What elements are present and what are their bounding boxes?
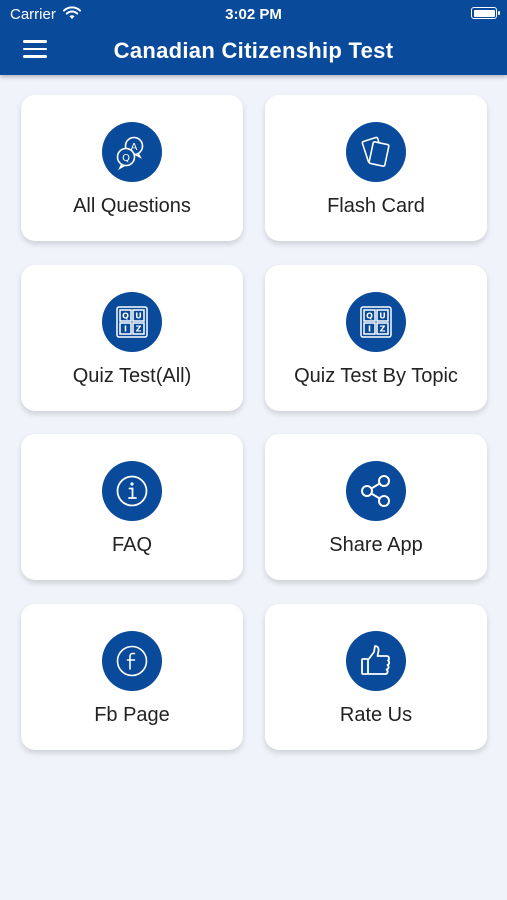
questions-chat-icon: A Q [102,122,162,182]
facebook-icon [102,631,162,691]
card-label: Fb Page [94,704,170,726]
svg-text:Z: Z [136,325,142,334]
all-questions-card[interactable]: A Q All Questions [21,95,243,241]
thumbs-up-icon [346,631,406,691]
svg-text:Q: Q [366,312,373,321]
flash-card-card[interactable]: Flash Card [265,95,487,241]
card-label: Share App [329,534,423,556]
card-label: Rate Us [339,704,413,726]
svg-text:Q: Q [122,312,129,321]
svg-text:U: U [135,312,142,321]
card-label: Quiz Test(All) [72,365,192,387]
svg-text:Z: Z [380,325,386,334]
info-icon [102,461,162,521]
svg-text:U: U [379,312,386,321]
share-icon [346,461,406,521]
clock: 3:02 PM [225,6,282,23]
status-bar: Carrier 3:02 PM [0,0,507,28]
svg-text:I: I [368,325,371,334]
rate-us-card[interactable]: Rate Us [265,604,487,750]
svg-text:Q: Q [122,153,130,164]
card-label: Flash Card [327,195,425,217]
page-title: Canadian Citizenship Test [113,38,394,63]
quiz-test-by-topic-card[interactable]: QU IZ Quiz Test By Topic [265,265,487,411]
faq-card[interactable]: FAQ [21,434,243,580]
fb-page-card[interactable]: Fb Page [21,604,243,750]
card-label: Quiz Test By Topic [294,365,458,387]
quiz-test-all-card[interactable]: QU IZ Quiz Test(All) [21,265,243,411]
card-label: All Questions [73,195,191,217]
quiz-grid-icon: QU IZ [102,292,162,352]
quiz-grid-icon: QU IZ [346,292,406,352]
battery-icon [471,7,500,19]
flash-card-icon [346,122,406,182]
svg-text:I: I [124,325,127,334]
share-app-card[interactable]: Share App [265,434,487,580]
card-label: FAQ [111,534,152,556]
top-app-bar: Carrier 3:02 PM Canadian Citizenship Tes… [0,0,507,75]
